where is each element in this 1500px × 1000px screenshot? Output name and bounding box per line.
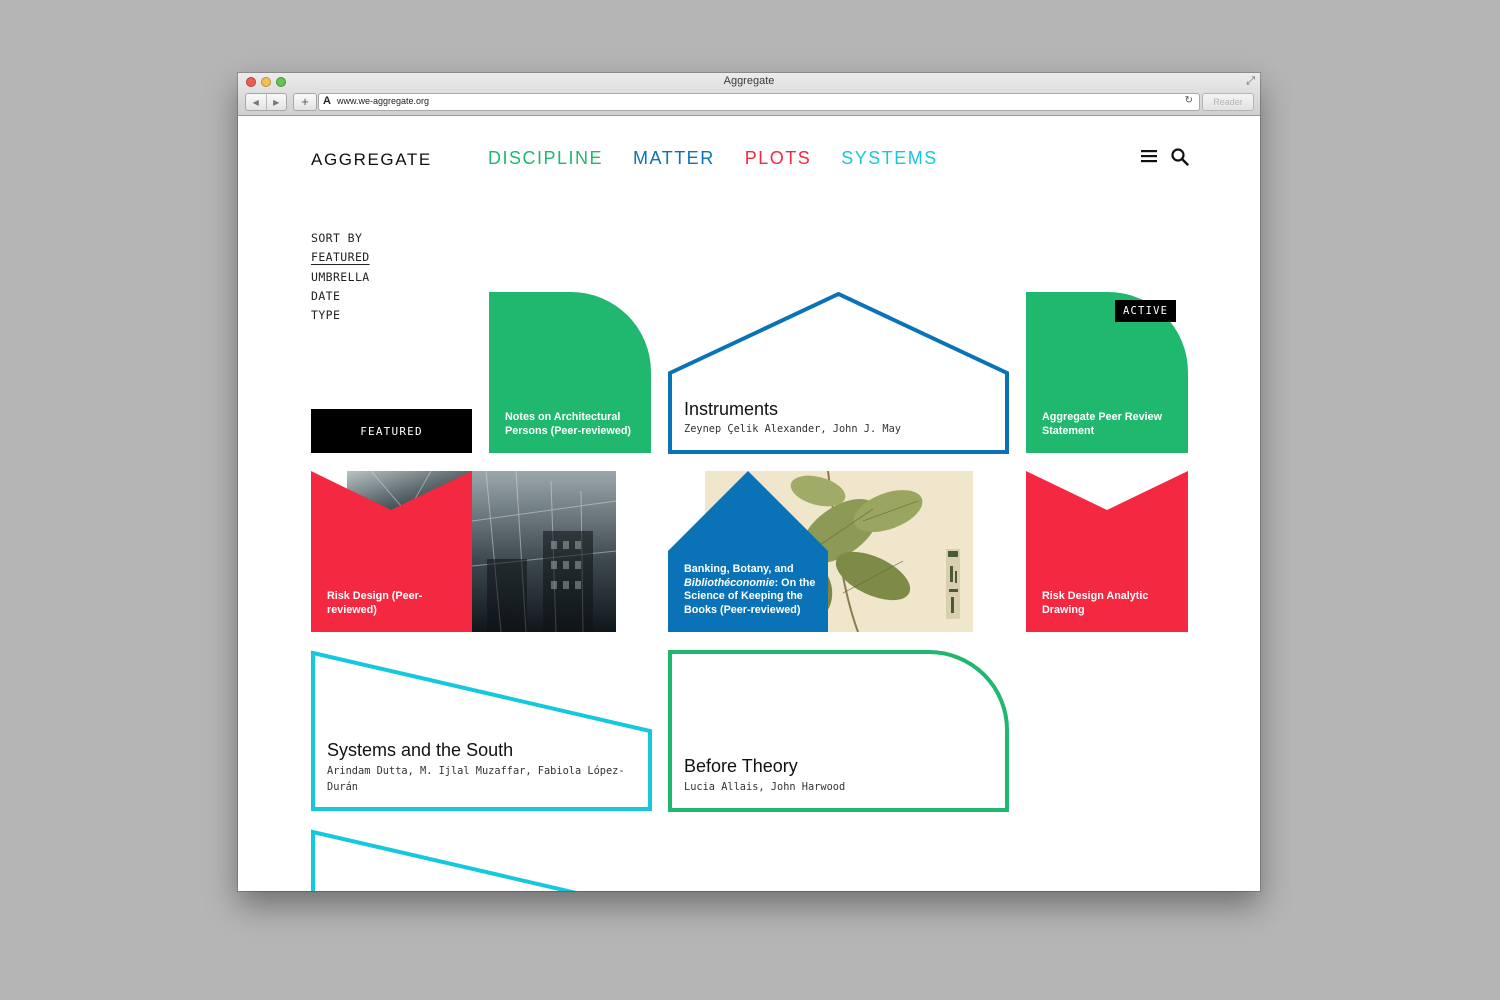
add-bookmark-button[interactable]: + xyxy=(293,93,317,111)
reader-button[interactable]: Reader xyxy=(1202,93,1254,111)
nav-systems[interactable]: SYSTEMS xyxy=(841,148,938,169)
back-arrow-icon[interactable]: ◀ xyxy=(246,94,266,110)
tile-partial-systems[interactable] xyxy=(311,829,652,891)
tile-label: Risk Design (Peer-reviewed) xyxy=(327,590,423,616)
tile-peer-review-statement[interactable]: ACTIVE Aggregate Peer Review Statement xyxy=(1026,292,1188,453)
tile-before-theory[interactable]: Before Theory Lucia Allais, John Harwood xyxy=(668,650,1009,812)
featured-filter-button[interactable]: FEATURED xyxy=(311,409,472,453)
tile-authors: Arindam Dutta, M. Ijlal Muzaffar, Fabiol… xyxy=(327,765,625,793)
tile-banking-botany[interactable]: Banking, Botany, and Bibliothéconomie: O… xyxy=(668,471,973,632)
nav-discipline[interactable]: DISCIPLINE xyxy=(488,148,603,169)
tile-risk-design-analytic-drawing[interactable]: Risk Design Analytic Drawing xyxy=(1026,471,1188,632)
tile-risk-design[interactable]: Risk Design (Peer-reviewed) xyxy=(311,471,616,632)
url-text[interactable]: www.we-aggregate.org xyxy=(337,96,429,106)
active-badge: ACTIVE xyxy=(1115,300,1177,322)
tile-instruments[interactable]: Instruments Zeynep Çelik Alexander, John… xyxy=(668,292,1009,454)
tile-title: Instruments xyxy=(684,399,779,419)
tile-systems-and-the-south[interactable]: Systems and the South Arindam Dutta, M. … xyxy=(311,650,652,812)
tile-label: Risk Design Analytic Drawing xyxy=(1042,590,1149,616)
tile-label: Notes on Architectural Persons (Peer-rev… xyxy=(505,411,632,437)
sort-option-umbrella[interactable]: UMBRELLA xyxy=(311,270,370,289)
history-buttons: ◀ ▶ xyxy=(245,93,287,111)
tile-label: Aggregate Peer Review Statement xyxy=(1042,411,1163,437)
tile-title: Systems and the South xyxy=(327,740,514,760)
sort-option-type[interactable]: TYPE xyxy=(311,308,370,327)
sort-heading: SORT BY xyxy=(311,231,363,245)
search-icon[interactable] xyxy=(1170,147,1190,167)
tile-authors: Lucia Allais, John Harwood xyxy=(684,781,846,793)
tile-title: Before Theory xyxy=(684,756,798,776)
reload-icon[interactable]: ↻ xyxy=(1185,95,1193,106)
tile-label-italic: Bibliothéconomie xyxy=(684,576,775,589)
forward-arrow-icon[interactable]: ▶ xyxy=(265,94,287,110)
address-bar[interactable]: A www.we-aggregate.org ↻ xyxy=(318,93,1200,111)
fullscreen-icon[interactable]: ⤢ xyxy=(1246,75,1255,88)
browser-toolbar: Aggregate ⤢ ◀ ▶ + A www.we-aggregate.org… xyxy=(238,73,1260,116)
site-logo[interactable]: AGGREGATE xyxy=(311,150,432,170)
main-nav: DISCIPLINE MATTER PLOTS SYSTEMS xyxy=(488,148,938,169)
hamburger-menu-icon[interactable] xyxy=(1140,147,1158,165)
systems-outline-shape xyxy=(311,829,577,891)
tile-label-text: Banking, Botany, and xyxy=(684,563,794,575)
window-title: Aggregate xyxy=(723,75,775,87)
site-favicon-icon: A xyxy=(323,95,331,107)
nav-plots[interactable]: PLOTS xyxy=(745,148,812,169)
tile-notes-architectural-persons[interactable]: Notes on Architectural Persons (Peer-rev… xyxy=(489,292,651,453)
tile-label: Banking, Botany, and Bibliothéconomie: O… xyxy=(684,563,819,617)
sort-option-date[interactable]: DATE xyxy=(311,289,370,308)
browser-window: Aggregate ⤢ ◀ ▶ + A www.we-aggregate.org… xyxy=(238,73,1260,891)
sort-menu: SORT BY FEATURED UMBRELLA DATE TYPE xyxy=(311,231,370,327)
sort-option-featured[interactable]: FEATURED xyxy=(311,250,370,269)
nav-matter[interactable]: MATTER xyxy=(633,148,715,169)
tile-authors: Zeynep Çelik Alexander, John J. May xyxy=(684,423,901,435)
